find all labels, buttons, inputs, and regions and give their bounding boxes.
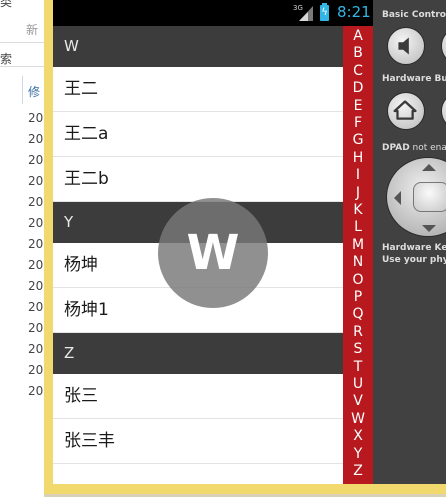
bg-date-row: 20 bbox=[28, 132, 44, 146]
index-letter[interactable]: O bbox=[343, 272, 373, 289]
bg-date-row: 20 bbox=[28, 216, 44, 230]
signal-icon bbox=[299, 6, 313, 21]
index-letter[interactable]: W bbox=[343, 411, 373, 428]
index-letter[interactable]: Z bbox=[343, 463, 373, 480]
index-letter[interactable]: N bbox=[343, 254, 373, 271]
index-letter[interactable]: I bbox=[343, 167, 373, 184]
index-letter[interactable]: M bbox=[343, 237, 373, 254]
contact-name: 张三 bbox=[64, 386, 98, 406]
bg-edit-link[interactable]: 修 bbox=[28, 83, 40, 100]
letter-overlay: W bbox=[158, 198, 268, 308]
emulator-controls-panel: Basic Controls Hardware Butt DPAD not en… bbox=[373, 0, 446, 484]
desktop: 类 新 索 修 20 20 20 20 20 20 20 20 20 20 20 20 20 20 3G … bbox=[0, 0, 446, 504]
dpad-center-button[interactable] bbox=[413, 182, 446, 212]
status-bar: 3G ϟ 8:21 bbox=[53, 0, 373, 26]
bg-date-row: 20 bbox=[28, 237, 44, 251]
bg-date-row: 20 bbox=[28, 321, 44, 335]
section-header-letter: Y bbox=[64, 213, 74, 231]
section-header-letter: Z bbox=[64, 344, 75, 362]
section-header: W bbox=[53, 26, 343, 67]
hardware-keyboard-title: Hardware Keyb bbox=[382, 243, 446, 253]
section-header: Z bbox=[53, 333, 343, 374]
bg-date-row: 20 bbox=[28, 363, 44, 377]
index-letter[interactable]: J bbox=[343, 185, 373, 202]
dpad-status-text: not enab bbox=[412, 143, 446, 153]
bg-date-row: 20 bbox=[28, 174, 44, 188]
index-letter[interactable]: S bbox=[343, 341, 373, 358]
contact-name: 杨坤 bbox=[64, 255, 98, 275]
contact-item[interactable]: 王二b bbox=[53, 157, 343, 202]
index-letter[interactable]: C bbox=[343, 63, 373, 80]
alphabet-index-bar[interactable]: ABCDEFGHIJKLMNOPQRSTUVWXYZ bbox=[343, 26, 373, 484]
index-letter[interactable]: L bbox=[343, 219, 373, 236]
index-letter[interactable]: D bbox=[343, 80, 373, 97]
bg-search-label: 索 bbox=[0, 52, 13, 66]
contact-name: 张三丰 bbox=[64, 431, 115, 451]
contact-item[interactable]: 王二a bbox=[53, 112, 343, 157]
contact-name: 王二 bbox=[64, 79, 98, 99]
index-letter[interactable]: R bbox=[343, 324, 373, 341]
hardware-buttons-title: Hardware Butt bbox=[382, 74, 446, 84]
index-letter[interactable]: K bbox=[343, 202, 373, 219]
home-button[interactable] bbox=[387, 92, 425, 130]
index-letter[interactable]: G bbox=[343, 132, 373, 149]
index-letter[interactable]: H bbox=[343, 150, 373, 167]
index-letter[interactable]: Q bbox=[343, 306, 373, 323]
bg-date-row: 20 bbox=[28, 384, 44, 398]
bg-date-row: 20 bbox=[28, 258, 44, 272]
device-screen: 3G ϟ 8:21 W 王二王二a 王二b Y 杨坤杨坤1 Z 张三张三丰 ABCDEFGH… bbox=[53, 0, 373, 484]
hardware-keyboard-note: Use your phys bbox=[382, 255, 446, 265]
index-letter[interactable]: A bbox=[343, 28, 373, 45]
volume-button[interactable] bbox=[387, 27, 425, 65]
bg-date-row: 20 bbox=[28, 153, 44, 167]
emulator-frame-shadow bbox=[44, 494, 446, 497]
bg-new-label[interactable]: 新 bbox=[26, 21, 38, 38]
contact-name: 王二a bbox=[64, 124, 109, 144]
index-letter[interactable]: E bbox=[343, 98, 373, 115]
volume-button-2[interactable] bbox=[441, 27, 446, 65]
contact-name: 王二b bbox=[64, 169, 109, 189]
index-letter[interactable]: T bbox=[343, 359, 373, 376]
contact-name: 杨坤1 bbox=[64, 300, 109, 320]
dpad-label: DPAD bbox=[382, 143, 410, 153]
status-time: 8:21 bbox=[337, 3, 371, 21]
bg-divider-vertical bbox=[22, 76, 23, 104]
index-letter[interactable]: U bbox=[343, 376, 373, 393]
index-letter[interactable]: F bbox=[343, 115, 373, 132]
bg-date-row: 20 bbox=[28, 300, 44, 314]
bg-date-row: 20 bbox=[28, 279, 44, 293]
bg-date-row: 20 bbox=[28, 342, 44, 356]
bg-top-text: 类 bbox=[0, 0, 13, 9]
index-letter[interactable]: P bbox=[343, 289, 373, 306]
overlay-letter: W bbox=[186, 225, 240, 281]
battery-icon: ϟ bbox=[320, 3, 329, 21]
menu-button[interactable] bbox=[441, 92, 446, 130]
contact-item[interactable]: 张三 bbox=[53, 374, 343, 419]
index-letter[interactable]: V bbox=[343, 393, 373, 410]
contact-item[interactable]: 张三丰 bbox=[53, 419, 343, 464]
contact-item[interactable]: 王二 bbox=[53, 67, 343, 112]
index-letter[interactable]: Y bbox=[343, 446, 373, 463]
basic-controls-title: Basic Controls bbox=[382, 10, 446, 20]
dpad-icon[interactable] bbox=[386, 157, 446, 237]
bg-date-row: 20 bbox=[28, 195, 44, 209]
volume-icon bbox=[398, 37, 409, 55]
index-letter[interactable]: B bbox=[343, 45, 373, 62]
section-header-letter: W bbox=[64, 37, 79, 55]
dpad-status: DPAD not enab bbox=[382, 143, 446, 153]
bg-date-row: 20 bbox=[28, 111, 44, 125]
index-letter[interactable]: X bbox=[343, 428, 373, 445]
home-icon bbox=[393, 100, 417, 120]
